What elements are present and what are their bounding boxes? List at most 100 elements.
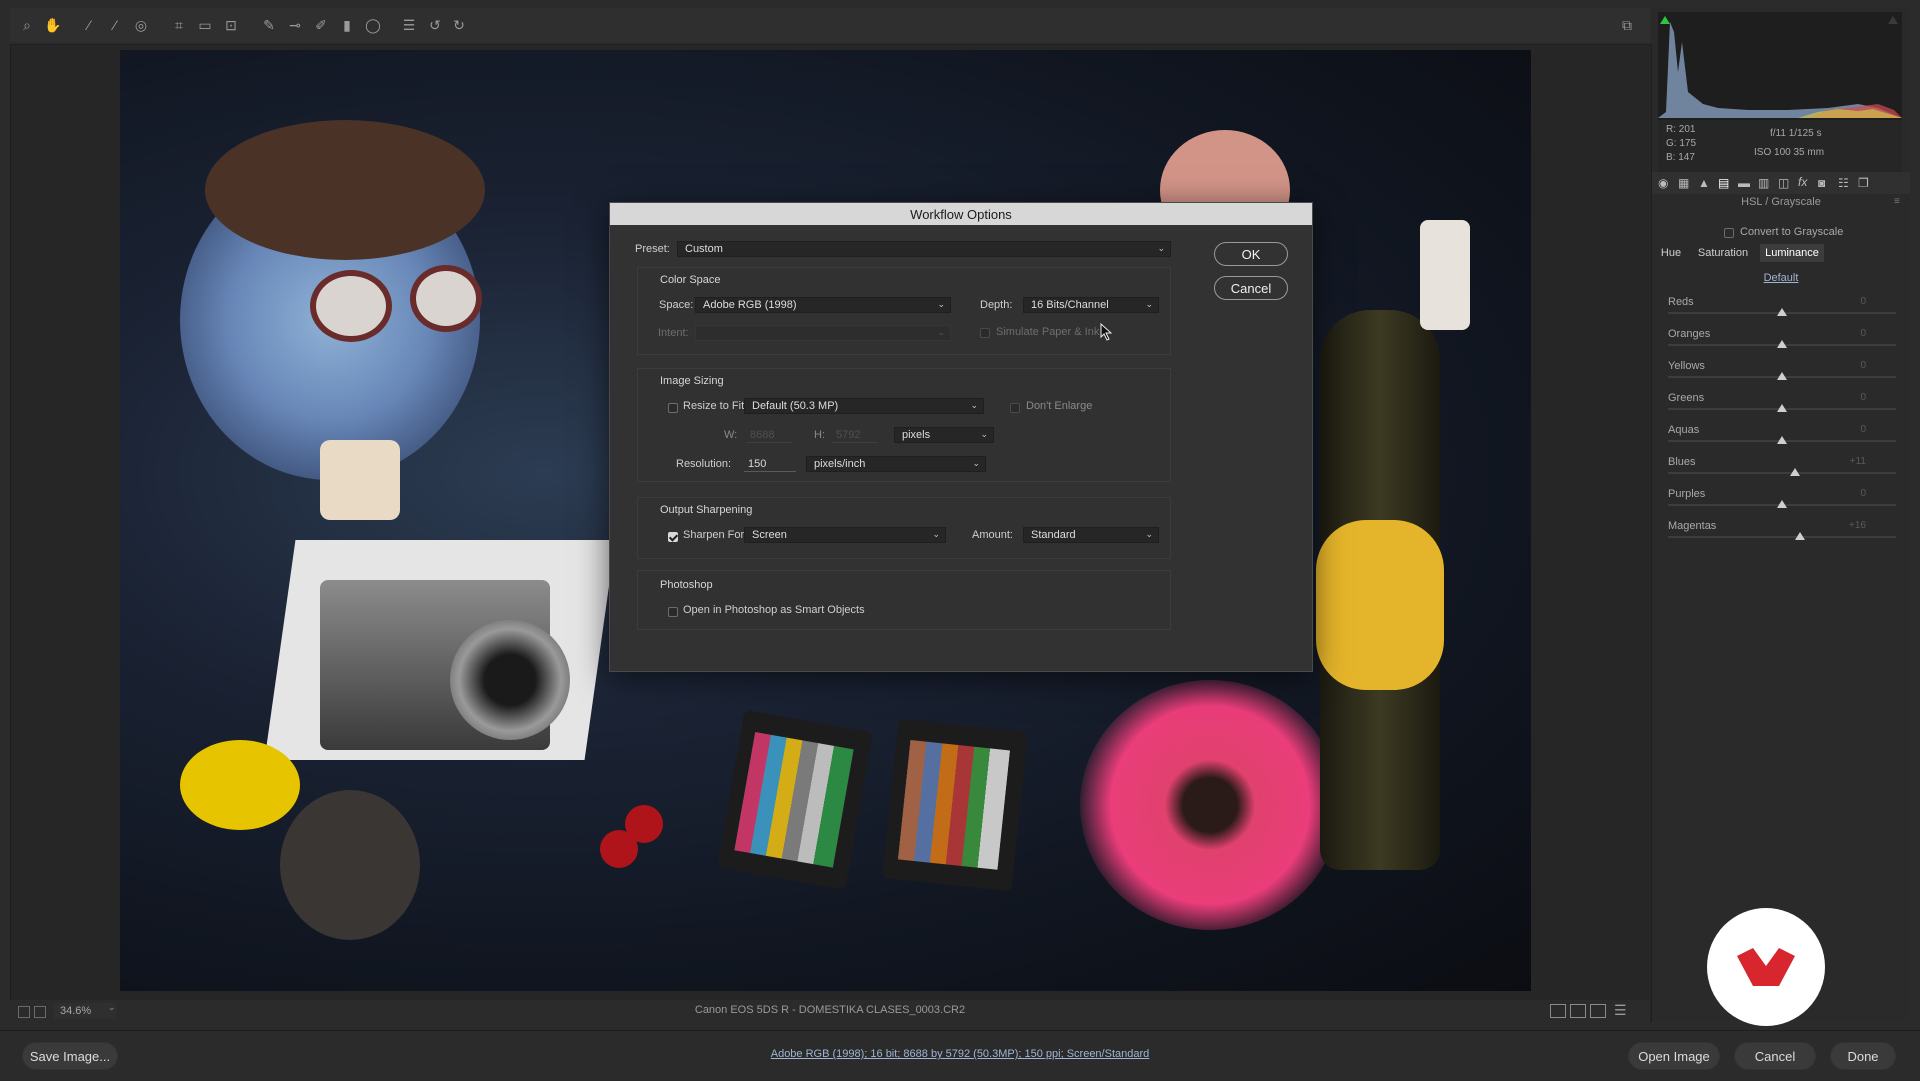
chevron-down-icon: ⌄ [972,458,980,468]
slider-value[interactable]: 0 [1860,424,1866,435]
copy-settings-icon[interactable] [1590,1004,1606,1018]
slider-thumb[interactable] [1789,468,1800,476]
panel-tabs: ◉ ▦ ▲ ▤ ▬ ▥ ◫ fx ◙ ☷ ❐ [1652,172,1910,194]
slider-value[interactable]: +11 [1850,456,1866,467]
resize-to-fit-value: Default (50.3 MP) [752,400,839,412]
slider-thumb[interactable] [1777,308,1787,316]
tone-curve-panel-icon[interactable]: ▦ [1678,176,1689,190]
chevron-down-icon: ⌄ [970,400,978,410]
hand-tool-icon[interactable]: ✋ [44,16,62,34]
slider-thumb[interactable] [1777,500,1787,508]
slider-track[interactable] [1668,536,1896,538]
mask-hair [205,120,485,260]
white-balance-tool-icon[interactable]: ⁄ [80,16,98,34]
zoom-tool-icon[interactable]: ⌕ [18,16,36,34]
slider-row-oranges: Oranges 0 [1666,328,1896,354]
fullscreen-toggle-icon[interactable]: ⧉ [1618,16,1636,34]
amount-select[interactable]: Standard ⌄ [1023,527,1159,543]
camera-calibration-panel-icon[interactable]: ◙ [1818,176,1825,190]
slider-value[interactable]: 0 [1860,328,1866,339]
tab-hue[interactable]: Hue [1656,244,1686,262]
basic-panel-icon[interactable]: ◉ [1658,176,1668,190]
resize-to-fit-checkbox[interactable] [668,403,678,413]
tab-luminance[interactable]: Luminance [1760,244,1824,262]
preset-select[interactable]: Custom ⌄ [677,241,1171,257]
crop-tool-icon[interactable]: ⌗ [170,16,188,34]
intent-select[interactable]: ⌄ [695,325,951,341]
tab-saturation[interactable]: Saturation [1692,244,1754,262]
chevron-down-icon: ⌄ [932,529,940,539]
slider-thumb[interactable] [1777,436,1787,444]
space-select[interactable]: Adobe RGB (1998) ⌄ [695,297,951,313]
bottle [1316,310,1444,870]
toolbar: ⌕ ✋ ⁄ ⁄ ◎ ⌗ ▭ ⊡ ✎ ⊸ ✐ ▮ ◯ ☰ ↺ ↻ ⧉ [10,8,1650,42]
smart-objects-label: Open in Photoshop as Smart Objects [683,604,865,616]
sharpen-for-checkbox[interactable] [668,532,678,542]
targeted-adjustment-tool-icon[interactable]: ◎ [132,16,150,34]
chevron-down-icon: ⌄ [1145,529,1153,539]
settings-toggle-icon[interactable]: ☰ [1614,1002,1627,1019]
lens-corrections-panel-icon[interactable]: ▥ [1758,176,1769,190]
color-sampler-tool-icon[interactable]: ⁄ [106,16,124,34]
radial-filter-icon[interactable]: ◯ [364,16,382,34]
slider-value[interactable]: 0 [1860,360,1866,371]
amount-value: Standard [1031,529,1076,541]
slider-value[interactable]: 0 [1860,392,1866,403]
simulate-paper-checkbox[interactable] [980,328,990,338]
bottom-bar: Save Image... Adobe RGB (1998); 16 bit; … [0,1030,1920,1081]
slider-track[interactable] [1668,472,1896,474]
resize-to-fit-select[interactable]: Default (50.3 MP) ⌄ [744,398,984,414]
slider-thumb[interactable] [1777,404,1787,412]
slider-thumb[interactable] [1777,372,1787,380]
effects-panel-icon[interactable]: fx [1798,175,1807,189]
snapshots-panel-icon[interactable]: ❐ [1858,176,1869,190]
dont-enlarge-label: Don't Enlarge [1026,400,1093,412]
graduated-filter-icon[interactable]: ▮ [338,16,356,34]
size-unit-value: pixels [902,429,931,441]
preferences-list-icon[interactable]: ☰ [400,16,418,34]
slider-thumb[interactable] [1777,340,1787,348]
depth-select[interactable]: 16 Bits/Channel ⌄ [1023,297,1159,313]
done-button[interactable]: Done [1830,1042,1896,1070]
dont-enlarge-checkbox[interactable] [1010,403,1020,413]
height-input[interactable]: 5792 [832,427,878,443]
domestika-logo [1707,908,1825,1026]
width-input[interactable]: 8688 [746,427,792,443]
mask-eye-left [310,270,392,342]
default-link[interactable]: Default [1652,272,1910,284]
ok-button[interactable]: OK [1214,242,1288,266]
detail-panel-icon[interactable]: ▲ [1698,176,1710,190]
straighten-tool-icon[interactable]: ▭ [196,16,214,34]
open-image-button[interactable]: Open Image [1628,1042,1720,1070]
slider-thumb[interactable] [1795,532,1806,540]
red-eye-tool-icon[interactable]: ⊸ [286,16,304,34]
presets-panel-icon[interactable]: ☷ [1838,176,1849,190]
rotate-left-icon[interactable]: ↺ [426,16,444,34]
hsl-panel-icon[interactable]: ▤ [1718,176,1729,190]
spot-removal-tool-icon[interactable]: ✎ [260,16,278,34]
sharpen-for-select[interactable]: Screen ⌄ [744,527,946,543]
amount-label: Amount: [972,529,1013,541]
slider-row-blues: Blues +11 [1666,456,1896,482]
slider-value[interactable]: 0 [1860,296,1866,307]
readout-g: G: 175 [1666,138,1697,149]
adjustment-brush-icon[interactable]: ✐ [312,16,330,34]
slider-label: Reds [1668,296,1694,308]
smart-objects-checkbox[interactable] [668,607,678,617]
rotate-right-icon[interactable]: ↻ [450,16,468,34]
cancel-button[interactable]: Cancel [1734,1042,1816,1070]
slider-value[interactable]: 0 [1860,488,1866,499]
panel-menu-icon[interactable]: ≡ [1894,196,1900,207]
slider-value[interactable]: +16 [1849,520,1866,531]
convert-grayscale-checkbox[interactable] [1724,228,1734,238]
split-toning-panel-icon[interactable]: ▬ [1738,176,1750,190]
size-unit-select[interactable]: pixels ⌄ [894,427,994,443]
dialog-cancel-button[interactable]: Cancel [1214,276,1288,300]
transform-tool-icon[interactable]: ⊡ [222,16,240,34]
before-after-y-icon[interactable] [1550,1004,1566,1018]
transform-panel-icon[interactable]: ◫ [1778,176,1789,190]
resolution-unit-select[interactable]: pixels/inch ⌄ [806,456,986,472]
resolution-input[interactable]: 150 [744,456,796,472]
mask-eye-right [410,265,482,332]
before-after-toggle-icon[interactable] [1570,1004,1586,1018]
